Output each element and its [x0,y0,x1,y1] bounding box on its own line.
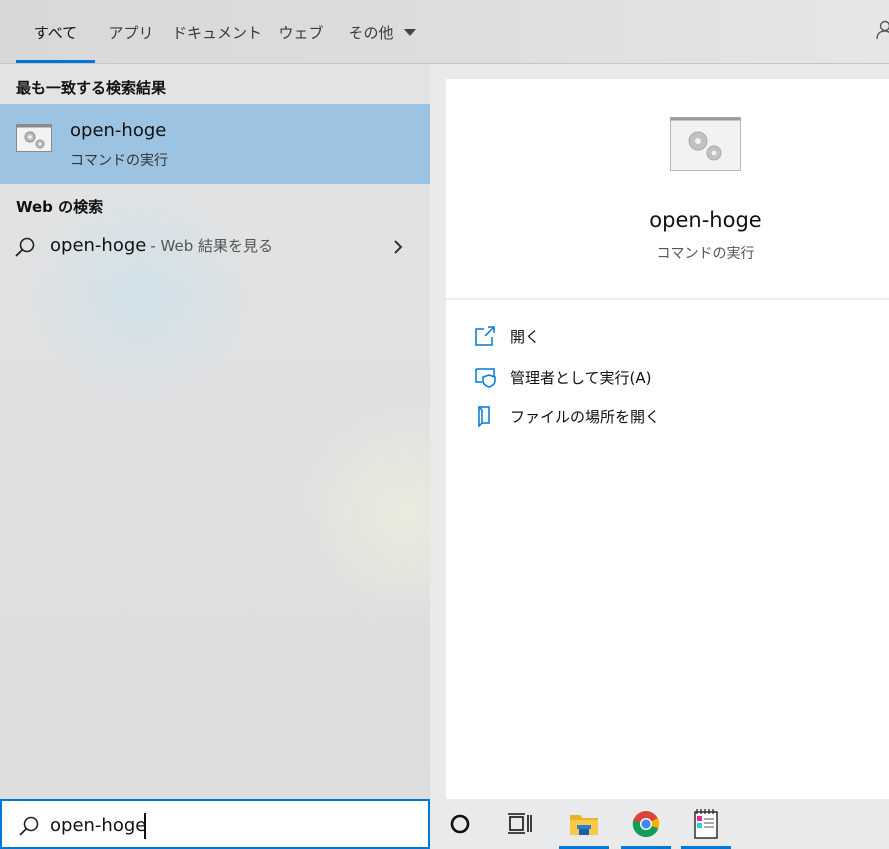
task-view-button[interactable] [491,799,549,849]
action-open-file-location-label: ファイルの場所を開く [510,407,661,426]
cortana-icon [450,814,470,834]
taskbar [0,799,889,849]
run-as-admin-icon [475,368,496,388]
tab-all[interactable]: すべて [16,0,95,64]
chrome-icon [632,811,660,838]
preview-divider [446,298,889,300]
best-match-heading: 最も一致する検索結果 [16,79,167,97]
preview-app-type: コマンドの実行 [656,246,755,262]
preview-app-name: open-hoge [649,208,762,232]
task-view-icon [508,813,532,834]
action-open-label: 開く [510,327,541,346]
web-result-hint: - Web 結果を見る [150,237,273,255]
best-match-type: コマンドの実行 [70,153,168,169]
search-icon [15,237,35,257]
chevron-right-icon[interactable] [392,239,404,255]
text-cursor [144,813,146,839]
tab-web[interactable]: ウェブ [276,0,326,64]
cortana-button[interactable] [431,799,489,849]
file-explorer-button[interactable] [555,799,613,849]
search-filter-tabs: すべて アプリ ドキュメント ウェブ その他 [0,0,889,64]
file-location-icon [478,406,490,427]
search-input[interactable] [50,812,410,838]
web-search-heading: Web の検索 [16,198,104,216]
tab-more[interactable]: その他 [342,0,422,64]
user-account-icon[interactable] [876,20,889,40]
best-match-name: open-hoge [70,120,167,141]
tab-apps-label: アプリ [108,23,154,42]
tab-apps[interactable]: アプリ [104,0,158,64]
best-match-result[interactable]: open-hoge コマンドの実行 [0,104,430,184]
command-gear-icon [670,117,741,171]
results-pane: 最も一致する検索結果 open-hoge コマンドの実行 Web の検索 ope… [0,64,430,799]
taskbar-search-box[interactable] [0,799,430,849]
action-open-file-location[interactable]: ファイルの場所を開く [474,401,874,431]
chevron-down-icon [403,28,416,36]
open-icon [475,326,495,346]
notepad-button[interactable] [677,799,735,849]
tab-documents[interactable]: ドキュメント [172,0,262,64]
file-explorer-icon [570,815,598,835]
tab-all-label: すべて [33,23,78,42]
action-open[interactable]: 開く [474,321,874,351]
web-search-result[interactable]: open-hoge - Web 結果を見る [0,228,430,266]
app-preview-card: open-hoge コマンドの実行 開く 管理者として実行(A) ファイルの場所… [446,79,889,799]
command-gear-icon [16,124,52,152]
action-run-as-admin[interactable]: 管理者として実行(A) [474,362,874,392]
tab-documents-label: ドキュメント [172,23,263,42]
search-icon [19,816,39,836]
notepad-icon [694,809,718,839]
action-run-as-admin-label: 管理者として実行(A) [510,368,652,387]
web-result-query: open-hoge [50,235,147,256]
tab-more-label: その他 [348,23,394,42]
tab-web-label: ウェブ [278,23,324,42]
chrome-button[interactable] [617,799,675,849]
